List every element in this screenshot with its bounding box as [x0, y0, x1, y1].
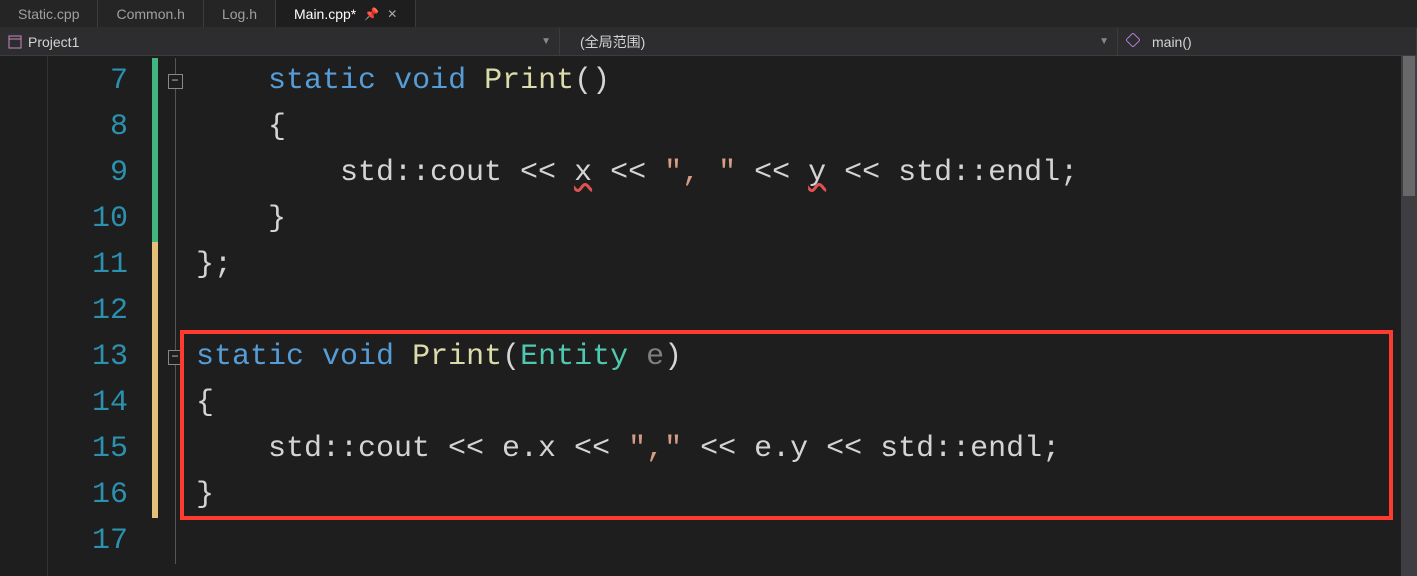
fold-button[interactable]: − [168, 350, 183, 365]
code-line[interactable]: 14 { [48, 380, 1417, 426]
outline-column [158, 426, 192, 472]
code-text[interactable]: std::cout << e.x << "," << e.y << std::e… [192, 428, 1060, 470]
line-number: 17 [48, 524, 152, 558]
vertical-scrollbar[interactable] [1401, 56, 1417, 576]
navigation-bar: Project1 ▼ (全局范围) ▼ main() [0, 28, 1417, 56]
code-text[interactable]: } [192, 198, 286, 240]
line-number: 15 [48, 432, 152, 466]
line-number: 9 [48, 156, 152, 190]
pin-icon[interactable]: 📌 [364, 7, 379, 21]
line-number: 10 [48, 202, 152, 236]
code-line[interactable]: 11}; [48, 242, 1417, 288]
line-number: 8 [48, 110, 152, 144]
scrollbar-thumb[interactable] [1403, 56, 1415, 196]
code-line[interactable]: 15 std::cout << e.x << "," << e.y << std… [48, 426, 1417, 472]
outline-column [158, 196, 192, 242]
code-line[interactable]: 8 { [48, 104, 1417, 150]
project-icon [8, 35, 22, 49]
function-icon [1126, 33, 1140, 50]
outline-column [158, 150, 192, 196]
scope-dropdown[interactable]: (全局范围) ▼ [560, 28, 1118, 55]
project-dropdown[interactable]: Project1 ▼ [0, 28, 560, 55]
code-line[interactable]: 13 −static void Print(Entity e) [48, 334, 1417, 380]
tab-bar: Static.cpp Common.h Log.h Main.cpp* 📌 ✕ [0, 0, 1417, 28]
code-line[interactable]: 12 [48, 288, 1417, 334]
fold-button[interactable]: − [168, 74, 183, 89]
tab-main-cpp[interactable]: Main.cpp* 📌 ✕ [276, 0, 416, 27]
outline-column [158, 380, 192, 426]
code-text[interactable]: std::cout << x << ", " << y << std::endl… [192, 152, 1078, 194]
outline-column [158, 472, 192, 518]
code-text[interactable]: { [192, 382, 214, 424]
code-text[interactable]: }; [192, 244, 232, 286]
code-text[interactable]: { [192, 106, 286, 148]
line-number: 13 [48, 340, 152, 374]
line-number: 16 [48, 478, 152, 512]
code-text[interactable]: static void Print(Entity e) [192, 336, 682, 378]
outline-column [158, 288, 192, 334]
code-line[interactable]: 7 − static void Print() [48, 58, 1417, 104]
tab-log-h[interactable]: Log.h [204, 0, 276, 27]
code-line[interactable]: 16} [48, 472, 1417, 518]
code-editor[interactable]: 7− static void Print()8 {9 std::cout << … [48, 56, 1417, 576]
outline-column: − [158, 58, 192, 104]
tab-common-h[interactable]: Common.h [98, 0, 203, 27]
line-number: 7 [48, 64, 152, 98]
chevron-down-icon: ▼ [541, 36, 551, 47]
outline-column [158, 104, 192, 150]
chevron-down-icon: ▼ [1099, 36, 1109, 47]
line-number: 12 [48, 294, 152, 328]
outline-column [158, 518, 192, 564]
editor-area: 7− static void Print()8 {9 std::cout << … [0, 56, 1417, 576]
line-number: 14 [48, 386, 152, 420]
outline-column: − [158, 334, 192, 380]
code-line[interactable]: 9 std::cout << x << ", " << y << std::en… [48, 150, 1417, 196]
breakpoint-margin[interactable] [0, 56, 48, 576]
code-line[interactable]: 17 [48, 518, 1417, 564]
outline-column [158, 242, 192, 288]
tab-static-cpp[interactable]: Static.cpp [0, 0, 98, 27]
code-line[interactable]: 10 } [48, 196, 1417, 242]
code-text[interactable]: } [192, 474, 214, 516]
close-icon[interactable]: ✕ [387, 7, 397, 21]
member-dropdown[interactable]: main() [1118, 28, 1417, 55]
code-text[interactable]: static void Print() [192, 60, 610, 102]
line-number: 11 [48, 248, 152, 282]
